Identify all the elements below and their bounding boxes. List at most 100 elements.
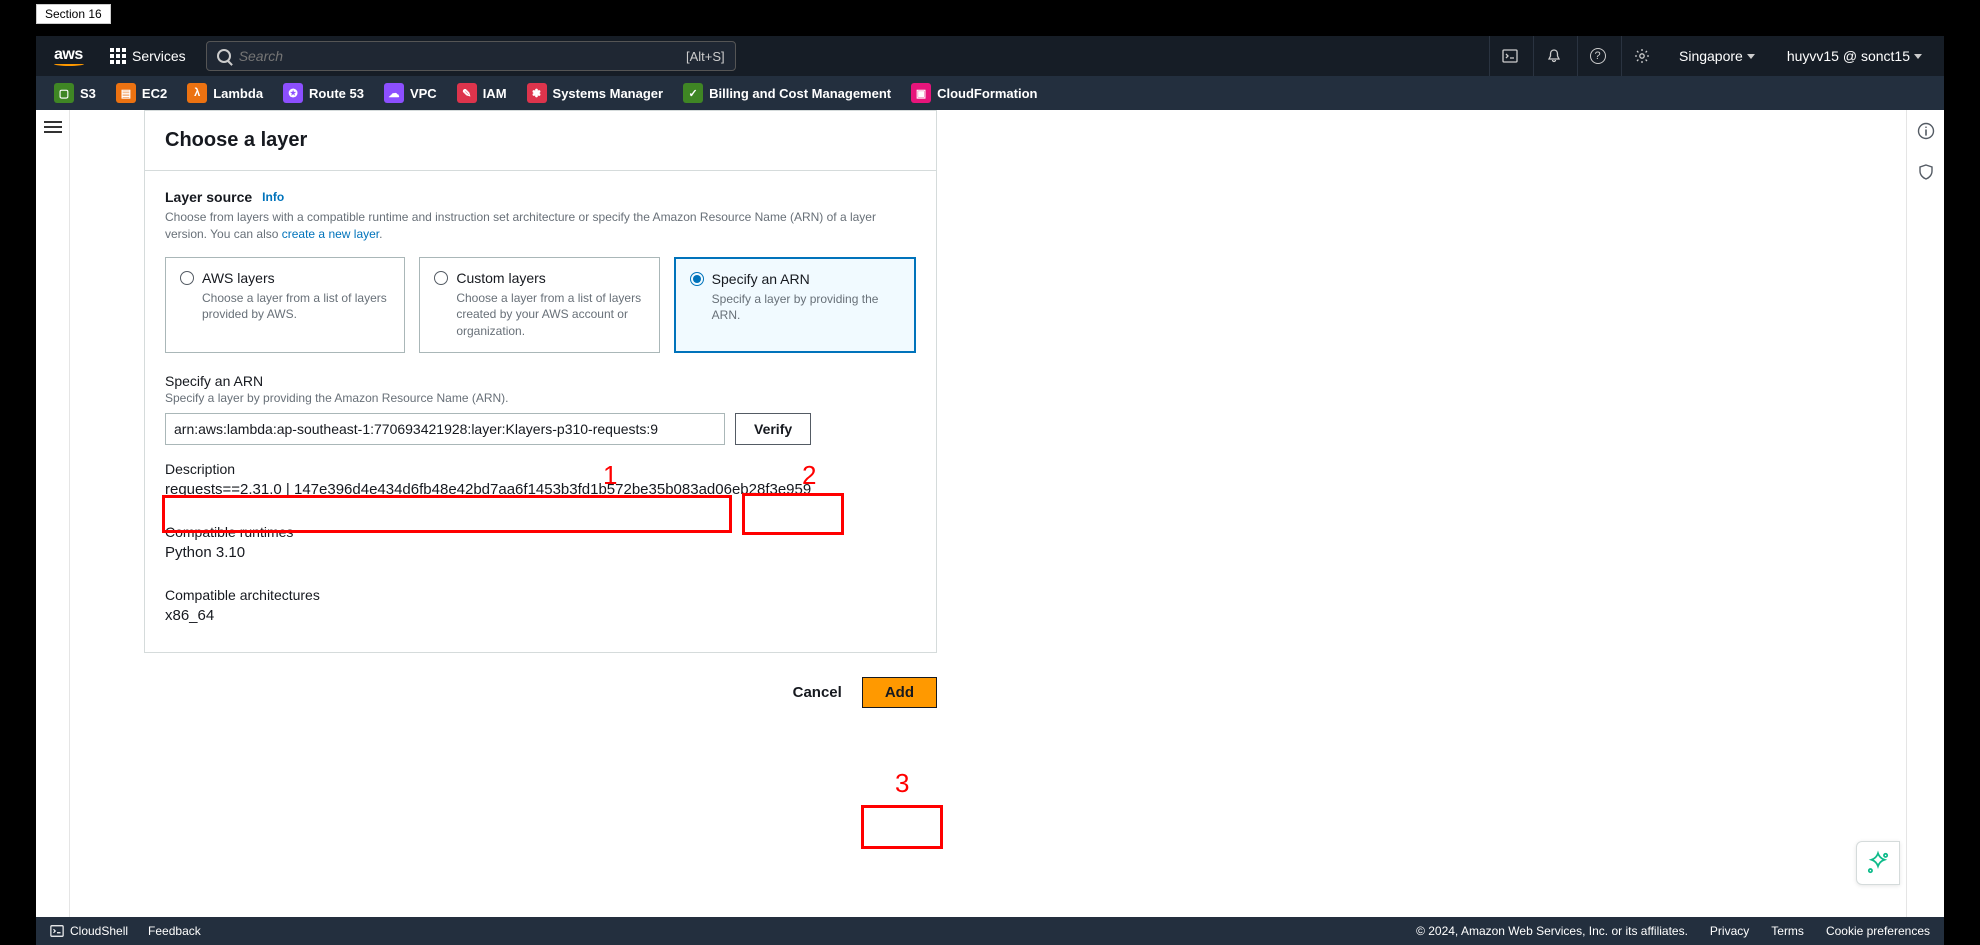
region-label: Singapore <box>1679 48 1743 64</box>
option-desc: Choose a layer from a list of layers pro… <box>180 290 390 324</box>
add-button[interactable]: Add <box>862 677 937 708</box>
global-search[interactable]: [Alt+S] <box>206 41 736 71</box>
aws-logo[interactable]: aws <box>44 46 94 66</box>
vpc-icon: ☁ <box>384 83 404 103</box>
svc-route53[interactable]: ✪Route 53 <box>273 76 374 110</box>
caret-down-icon <box>1747 54 1755 59</box>
main-layout: Choose a layer Layer source Info Choose … <box>36 110 1944 917</box>
cloudshell-link[interactable]: CloudShell <box>50 924 128 938</box>
svc-label: VPC <box>410 86 437 101</box>
iam-icon: ✎ <box>457 83 477 103</box>
cfn-icon: ▣ <box>911 83 931 103</box>
option-title: Specify an ARN <box>712 271 810 287</box>
runtimes-label: Compatible runtimes <box>165 524 916 540</box>
cookie-preferences-link[interactable]: Cookie preferences <box>1826 924 1930 938</box>
option-title: AWS layers <box>202 270 275 286</box>
svc-iam[interactable]: ✎ IAM <box>447 76 517 110</box>
panel-title: Choose a layer <box>165 129 916 152</box>
settings-button[interactable] <box>1621 36 1661 76</box>
caret-down-icon <box>1914 54 1922 59</box>
option-title: Custom layers <box>456 270 545 286</box>
svc-billing[interactable]: ✓ Billing and Cost Management <box>673 76 901 110</box>
info-icon <box>1917 122 1935 140</box>
ai-helper-button[interactable] <box>1856 841 1900 885</box>
privacy-link[interactable]: Privacy <box>1710 924 1749 938</box>
description-label: Description <box>165 461 916 477</box>
browser-viewport: aws Services [Alt+S] ? S <box>36 36 1944 945</box>
cloudshell-icon-button[interactable] <box>1489 36 1529 76</box>
global-nav: aws Services [Alt+S] ? S <box>36 36 1944 76</box>
service-shortcut-bar: ▢ S3 ▤ EC2 λ Lambda ✪Route 53 ☁ VPC ✎ IAM ✽Sy… <box>36 76 1944 110</box>
option-custom-layers[interactable]: Custom layers Choose a layer from a list… <box>419 257 659 353</box>
server-icon: ▤ <box>116 83 136 103</box>
shield-icon <box>1917 163 1935 181</box>
account-menu[interactable]: huyvv15 @ sonct15 <box>1773 48 1936 64</box>
svc-ssm[interactable]: ✽Systems Manager <box>517 76 674 110</box>
option-specify-arn[interactable]: Specify an ARN Specify a layer by provid… <box>674 257 916 353</box>
cloudshell-label: CloudShell <box>70 924 128 938</box>
option-aws-layers[interactable]: AWS layers Choose a layer from a list of… <box>165 257 405 353</box>
svc-label: IAM <box>483 86 507 101</box>
services-label: Services <box>132 48 186 64</box>
search-input[interactable] <box>239 48 678 64</box>
nav-right-cluster: ? Singapore huyvv15 @ sonct15 <box>1489 36 1936 76</box>
ssm-icon: ✽ <box>527 83 547 103</box>
question-icon: ? <box>1590 48 1606 64</box>
hamburger-icon <box>44 118 62 136</box>
radio-icon <box>180 271 194 285</box>
create-new-layer-link[interactable]: create a new layer <box>282 227 379 241</box>
layer-source-options: AWS layers Choose a layer from a list of… <box>165 257 916 353</box>
cloudshell-icon <box>50 924 64 938</box>
info-panel-toggle[interactable] <box>1917 122 1935 145</box>
console-footer: CloudShell Feedback © 2024, Amazon Web S… <box>36 917 1944 945</box>
dns-icon: ✪ <box>283 83 303 103</box>
radio-icon <box>434 271 448 285</box>
copyright-text: © 2024, Amazon Web Services, Inc. or its… <box>1416 924 1688 938</box>
arch-label: Compatible architectures <box>165 587 916 603</box>
billing-icon: ✓ <box>683 83 703 103</box>
svc-s3[interactable]: ▢ S3 <box>44 76 106 110</box>
services-menu-button[interactable]: Services <box>100 36 196 76</box>
svc-label: Lambda <box>213 86 263 101</box>
arch-value: x86_64 <box>165 607 916 624</box>
lambda-icon: λ <box>187 83 207 103</box>
choose-layer-panel: Choose a layer Layer source Info Choose … <box>144 110 937 653</box>
content-area: Choose a layer Layer source Info Choose … <box>70 110 1906 917</box>
layer-source-help: Choose from layers with a compatible run… <box>165 209 916 243</box>
svc-ec2[interactable]: ▤ EC2 <box>106 76 177 110</box>
svc-cloudformation[interactable]: ▣ CloudFormation <box>901 76 1047 110</box>
tutorial-panel-toggle[interactable] <box>1917 163 1935 186</box>
option-desc: Specify a layer by providing the ARN. <box>690 291 900 325</box>
radio-icon <box>690 272 704 286</box>
arn-input[interactable] <box>165 413 725 445</box>
bucket-icon: ▢ <box>54 83 74 103</box>
svc-vpc[interactable]: ☁ VPC <box>374 76 447 110</box>
arn-field-help: Specify a layer by providing the Amazon … <box>165 391 916 405</box>
option-desc: Choose a layer from a list of layers cre… <box>434 290 644 340</box>
terms-link[interactable]: Terms <box>1771 924 1804 938</box>
region-selector[interactable]: Singapore <box>1665 48 1769 64</box>
layer-source-label: Layer source Info <box>165 189 916 205</box>
help-button[interactable]: ? <box>1577 36 1617 76</box>
runtimes-value: Python 3.10 <box>165 544 916 561</box>
svc-label: EC2 <box>142 86 167 101</box>
svc-label: CloudFormation <box>937 86 1037 101</box>
section-tag: Section 16 <box>36 4 111 24</box>
sidebar-toggle[interactable] <box>36 110 70 917</box>
info-link[interactable]: Info <box>262 190 284 204</box>
cancel-button[interactable]: Cancel <box>783 678 852 707</box>
form-actions: Cancel Add <box>144 653 937 748</box>
right-help-rail <box>1906 110 1944 917</box>
sparkle-icon <box>1865 850 1891 876</box>
panel-header: Choose a layer <box>145 111 936 171</box>
svc-label: Billing and Cost Management <box>709 86 891 101</box>
svc-lambda[interactable]: λ Lambda <box>177 76 273 110</box>
svc-label: S3 <box>80 86 96 101</box>
verify-button[interactable]: Verify <box>735 413 811 445</box>
gear-icon <box>1634 48 1650 64</box>
search-shortcut-hint: [Alt+S] <box>686 49 725 64</box>
cloudshell-icon <box>1502 48 1518 64</box>
feedback-link[interactable]: Feedback <box>148 924 201 938</box>
description-value: requests==2.31.0 | 147e396d4e434d6fb48e4… <box>165 481 916 498</box>
notifications-button[interactable] <box>1533 36 1573 76</box>
